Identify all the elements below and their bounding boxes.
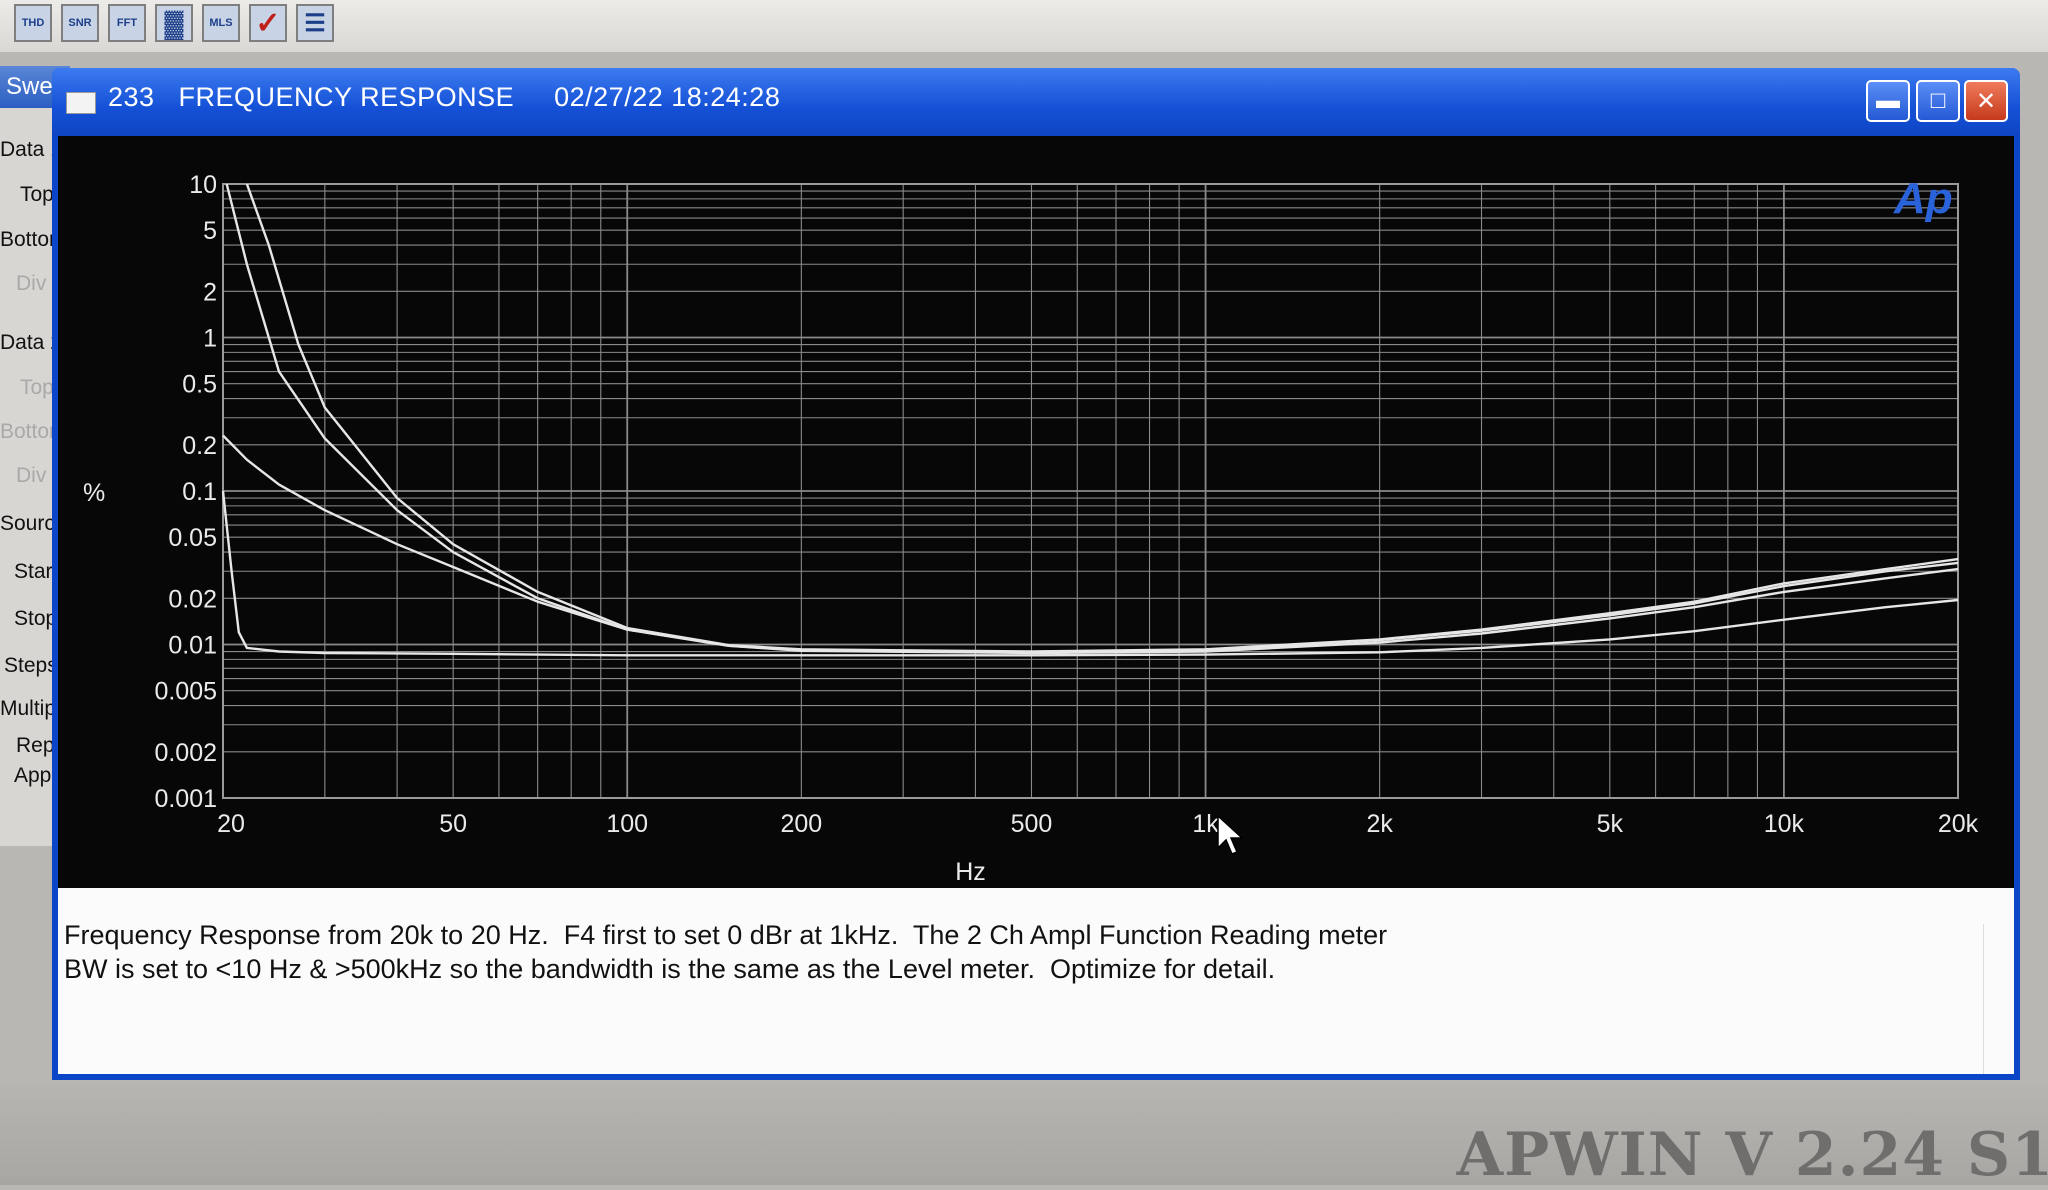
sweep-field-label: Steps	[4, 654, 58, 677]
x-tick-label: 20k	[1938, 810, 1979, 838]
frequency-response-window: 233 FREQUENCY RESPONSE 02/27/22 18:24:28…	[52, 68, 2020, 1080]
toolbar-snr-button[interactable]: SNR	[61, 4, 99, 42]
spectrum-icon: ▓	[164, 7, 184, 38]
x-axis-label: Hz	[955, 858, 986, 886]
mls-icon: MLS	[209, 17, 233, 29]
y-tick-label: 0.5	[182, 371, 217, 399]
snr-icon: SNR	[68, 17, 92, 29]
minimize-icon: ▬	[1876, 87, 1900, 114]
sweep-field-label: Top	[20, 376, 54, 399]
title-bar[interactable]: 233 FREQUENCY RESPONSE 02/27/22 18:24:28…	[52, 68, 2020, 136]
y-tick-label: 0.002	[154, 739, 217, 767]
maximize-button[interactable]: □	[1916, 80, 1960, 122]
version-text: APWIN V 2.24 S1	[1456, 1120, 2048, 1190]
series-3-line	[222, 434, 1959, 655]
mouse-cursor-icon	[1217, 814, 1244, 855]
y-tick-label: 0.05	[168, 524, 217, 552]
ap-logo: Ap	[1894, 174, 1953, 223]
y-tick-label: 0.02	[168, 585, 217, 613]
sweep-field-label: Div	[16, 464, 47, 487]
x-tick-label: 20	[217, 810, 245, 838]
x-tick-label: 100	[606, 810, 648, 838]
y-tick-label: 0.2	[182, 432, 217, 460]
toolbar-checkmark-button[interactable]: ✓	[249, 4, 287, 42]
toolbar-spectrum-button[interactable]: ▓	[155, 4, 193, 42]
sweep-field-label: App	[14, 764, 52, 787]
y-axis-label: %	[83, 479, 105, 507]
y-tick-label: 0.1	[182, 478, 217, 506]
minimize-button[interactable]: ▬	[1866, 80, 1910, 122]
window-icon[interactable]	[66, 92, 96, 114]
x-tick-label: 2k	[1366, 810, 1393, 838]
toolbar-fft-button[interactable]: FFT	[108, 4, 146, 42]
checkmark-icon: ✓	[255, 6, 281, 40]
y-tick-label: 2	[203, 278, 217, 306]
sweep-field-label: Rep	[16, 734, 55, 757]
y-tick-label: 0.01	[168, 632, 217, 660]
y-tick-label: 0.001	[154, 785, 217, 813]
toolbar: THD SNR FFT ▓ MLS ✓ ☰	[0, 0, 2048, 52]
sweep-field-label: Top	[20, 183, 54, 206]
sweep-field-label: Div	[16, 272, 47, 295]
x-tick-label: 50	[439, 810, 467, 838]
y-tick-label: 5	[203, 217, 217, 245]
close-button[interactable]: ✕	[1964, 80, 2008, 122]
fft-icon: FFT	[116, 17, 138, 29]
maximize-icon: □	[1930, 87, 1946, 114]
window-client: 10 5 2 1 0.5 0.2 0.1 0.05 0.02 0.01 0.005 0.002 0.00…	[58, 136, 2014, 1074]
notes-panel[interactable]: Frequency Response from 20k to 20 Hz. F4…	[58, 888, 2014, 1074]
toolbar-mls-button[interactable]: MLS	[202, 4, 240, 42]
window-title: 233 FREQUENCY RESPONSE 02/27/22 18:24:28	[108, 82, 781, 112]
sweep-field-label: Stop	[14, 607, 58, 630]
frequency-response-chart[interactable]: 10 5 2 1 0.5 0.2 0.1 0.05 0.02 0.01 0.005 0.002 0.00…	[58, 136, 2014, 888]
list-icon: ☰	[304, 9, 326, 37]
desktop-footer: APWIN V 2.24 S1	[0, 1080, 2048, 1190]
notes-scrollbar[interactable]	[1983, 924, 2006, 1074]
x-tick-label: 1k	[1192, 810, 1219, 838]
close-icon: ✕	[1975, 87, 1997, 115]
x-tick-label: 500	[1011, 810, 1053, 838]
x-tick-label: 200	[780, 810, 822, 838]
series-4-line	[221, 490, 1959, 657]
toolbar-list-button[interactable]: ☰	[296, 4, 334, 42]
notes-text: Frequency Response from 20k to 20 Hz. F4…	[64, 920, 1388, 984]
y-tick-label: 0.005	[154, 678, 217, 706]
x-tick-label: 5k	[1597, 810, 1624, 838]
x-tick-label: 10k	[1764, 810, 1805, 838]
thd-icon: THD	[21, 17, 45, 29]
y-tick-label: 1	[203, 325, 217, 353]
graph-area[interactable]: 10 5 2 1 0.5 0.2 0.1 0.05 0.02 0.01 0.005 0.002 0.00…	[58, 136, 2014, 888]
y-tick-label: 10	[189, 171, 217, 199]
toolbar-thd-button[interactable]: THD	[14, 4, 52, 42]
